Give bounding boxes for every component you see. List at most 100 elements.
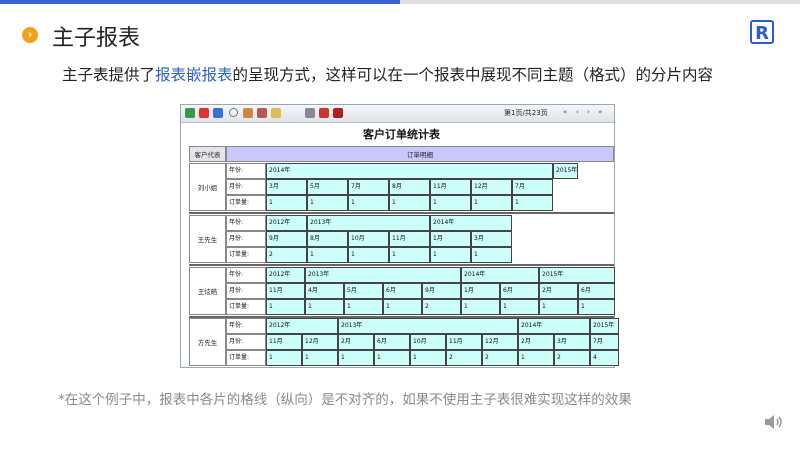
- month-cell: 6月: [578, 283, 615, 299]
- print-pdf-icon[interactable]: [319, 108, 329, 118]
- qty-cell: 1: [410, 350, 446, 366]
- excel-export-icon[interactable]: [185, 108, 195, 118]
- month-cell: 12月: [302, 334, 338, 350]
- page-indicator: 第1页/共23页: [504, 109, 548, 117]
- last-page-button[interactable]: »: [598, 108, 602, 116]
- print-setup-icon[interactable]: [333, 108, 343, 118]
- row-label-month: 月份:: [226, 283, 266, 299]
- speaker-icon[interactable]: [762, 410, 786, 434]
- import-pdf-icon[interactable]: [257, 108, 267, 118]
- qty-cell: 1: [374, 350, 410, 366]
- qty-cell: 1: [302, 350, 338, 366]
- qty-cell: 1: [348, 195, 389, 211]
- year-cell: 2012年: [266, 215, 307, 231]
- month-cell: 11月: [446, 334, 482, 350]
- year-cell: 2014年: [461, 267, 539, 283]
- search-icon[interactable]: [229, 108, 238, 117]
- year-cell: 2015年: [539, 267, 615, 283]
- month-cell: 6月: [374, 334, 410, 350]
- qty-cell: 1: [578, 299, 615, 315]
- month-cell: 11月: [389, 231, 430, 247]
- qty-cell: 1: [266, 299, 305, 315]
- import-word-icon[interactable]: [271, 108, 281, 118]
- footnote: *在这个例子中，报表中各片的格线（纵向）是不对齐的，如果不使用主子表很难实现这样…: [58, 392, 632, 408]
- month-cell: 6月: [500, 283, 539, 299]
- month-cell: 12月: [482, 334, 518, 350]
- year-cell: 2015年: [553, 163, 579, 179]
- customer-column-header: 客户代表: [189, 146, 226, 162]
- year-cell: 2015年: [590, 318, 619, 334]
- month-cell: 10月: [348, 231, 389, 247]
- qty-cell: 1: [348, 247, 389, 263]
- qty-cell: 1: [500, 299, 539, 315]
- qty-cell: 1: [266, 350, 302, 366]
- qty-cell: 1: [266, 195, 307, 211]
- qty-cell: 2: [554, 350, 590, 366]
- first-page-button[interactable]: «: [563, 108, 567, 116]
- month-cell: 12月: [471, 179, 512, 195]
- qty-cell: 1: [471, 247, 512, 263]
- year-cell: 2014年: [430, 215, 512, 231]
- page-title: 主子报表: [52, 26, 141, 51]
- report-viewer: 第1页/共23页 « ‹ › » 客户订单统计表 客户代表 订单明细 刘小姐 年份…: [180, 104, 619, 368]
- month-cell: 7月: [348, 179, 389, 195]
- month-cell: 3月: [266, 179, 307, 195]
- month-cell: 9月: [422, 283, 461, 299]
- qty-cell: 1: [512, 195, 553, 211]
- month-cell: 2月: [338, 334, 374, 350]
- row-label-month: 月份:: [226, 231, 266, 247]
- qty-cell: 1: [471, 195, 512, 211]
- qty-cell: 1: [430, 195, 471, 211]
- row-label-qty: 订单量:: [226, 299, 266, 315]
- qty-cell: 1: [461, 299, 500, 315]
- month-cell: 6月: [383, 283, 422, 299]
- row-label-qty: 订单量:: [226, 350, 266, 366]
- qty-cell: 2: [482, 350, 518, 366]
- report-toolbar: 第1页/共23页 « ‹ › »: [181, 105, 614, 123]
- band-separator: [189, 264, 614, 266]
- top-progress-accent: [0, 0, 400, 4]
- qty-cell: 1: [305, 299, 344, 315]
- month-cell: 7月: [512, 179, 553, 195]
- month-cell: 1月: [461, 283, 500, 299]
- month-cell: 10月: [410, 334, 446, 350]
- qty-cell: 1: [389, 195, 430, 211]
- year-cell: 2012年: [266, 318, 338, 334]
- detail-column-header: 订单明细: [226, 146, 614, 162]
- import-excel-icon[interactable]: [243, 108, 253, 118]
- customer-name: 王先生: [189, 215, 226, 263]
- row-label-qty: 订单量:: [226, 247, 266, 263]
- qty-cell: 1: [518, 350, 554, 366]
- subtitle-link[interactable]: 报表嵌报表: [155, 66, 233, 84]
- month-cell: 5月: [307, 179, 348, 195]
- logo-icon: R: [750, 20, 774, 44]
- word-export-icon[interactable]: [213, 108, 223, 118]
- prev-page-button[interactable]: ‹: [576, 108, 579, 116]
- year-cell: 2013年: [307, 215, 430, 231]
- qty-cell: 1: [430, 247, 471, 263]
- month-cell: 9月: [266, 231, 307, 247]
- customer-name: 方先生: [189, 318, 226, 366]
- year-cell: 2014年: [518, 318, 590, 334]
- year-cell: 2013年: [305, 267, 461, 283]
- qty-cell: 1: [338, 350, 374, 366]
- pdf-export-icon[interactable]: [199, 108, 209, 118]
- qty-cell: 1: [307, 247, 348, 263]
- month-cell: 11月: [430, 179, 471, 195]
- row-label-year: 年份:: [226, 215, 266, 231]
- row-label-month: 月份:: [226, 334, 266, 350]
- year-cell: 2013年: [338, 318, 518, 334]
- row-label-year: 年份:: [226, 267, 266, 283]
- month-cell: 2月: [539, 283, 578, 299]
- row-label-year: 年份:: [226, 318, 266, 334]
- subtitle-after: 的呈现方式，这样可以在一个报表中展现不同主题（格式）的分片内容: [232, 66, 714, 84]
- next-page-button[interactable]: ›: [587, 108, 590, 116]
- qty-cell: 1: [383, 299, 422, 315]
- row-label-qty: 订单量:: [226, 195, 266, 211]
- subtitle: 主子表提供了报表嵌报表的呈现方式，这样可以在一个报表中展现不同主题（格式）的分片…: [62, 63, 713, 85]
- report-title: 客户订单统计表: [363, 128, 440, 141]
- month-cell: 4月: [305, 283, 344, 299]
- qty-cell: 4: [590, 350, 619, 366]
- month-cell: 8月: [307, 231, 348, 247]
- print-icon[interactable]: [305, 108, 315, 118]
